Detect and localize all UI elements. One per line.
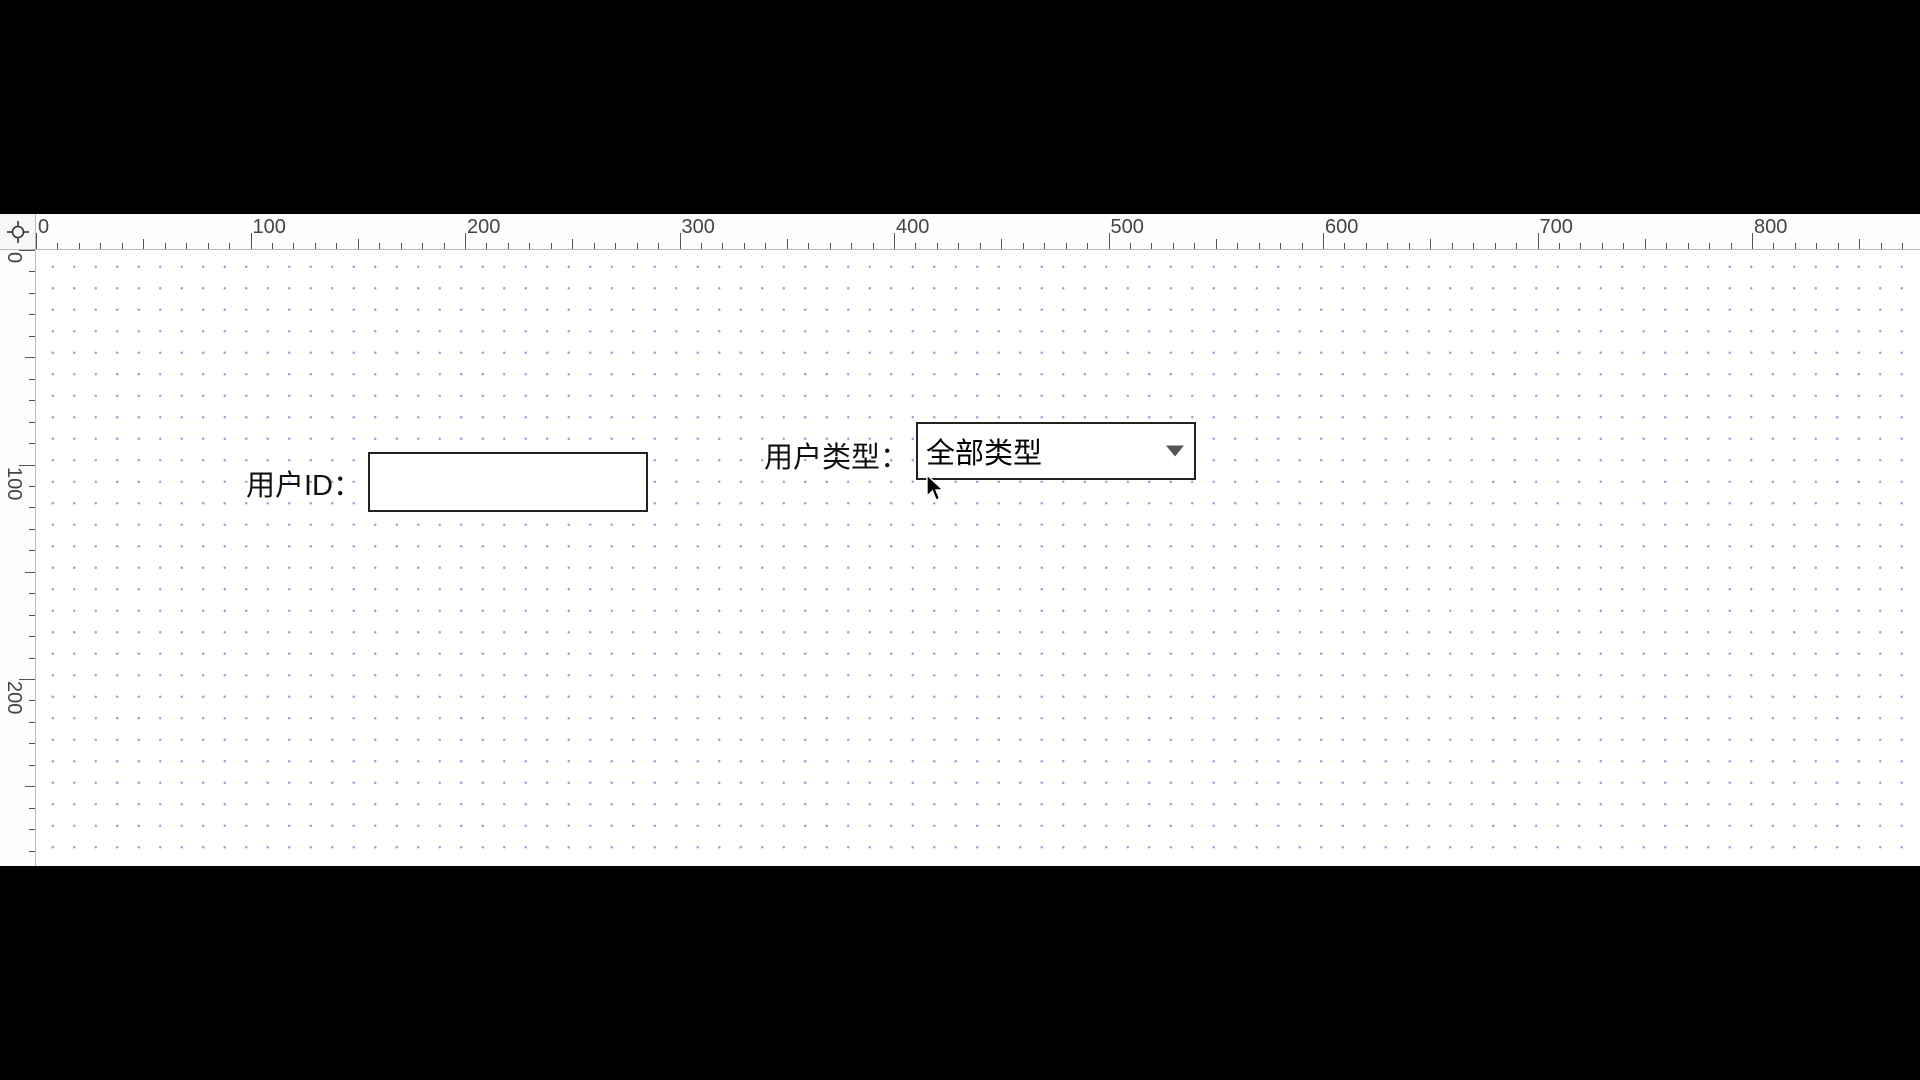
user-type-combobox[interactable]: 全部类型: [916, 422, 1196, 480]
user-id-input[interactable]: [368, 452, 648, 512]
ruler-origin[interactable]: [0, 214, 36, 250]
user-type-label: 用户类型：: [764, 434, 909, 476]
user-id-label: 用户ID：: [246, 462, 362, 504]
user-type-value: 全部类型: [926, 430, 1042, 472]
ruler-horizontal[interactable]: 0100200300400500600700800: [36, 214, 1920, 250]
form-designer-viewport: 0100200300400500600700800 0100200 用户ID： …: [0, 214, 1920, 866]
ruler-vertical[interactable]: 0100200: [0, 250, 36, 866]
crosshair-icon: [7, 221, 29, 243]
chevron-down-icon: [1166, 446, 1184, 457]
design-canvas[interactable]: 用户ID： 用户类型： 全部类型: [36, 250, 1920, 866]
